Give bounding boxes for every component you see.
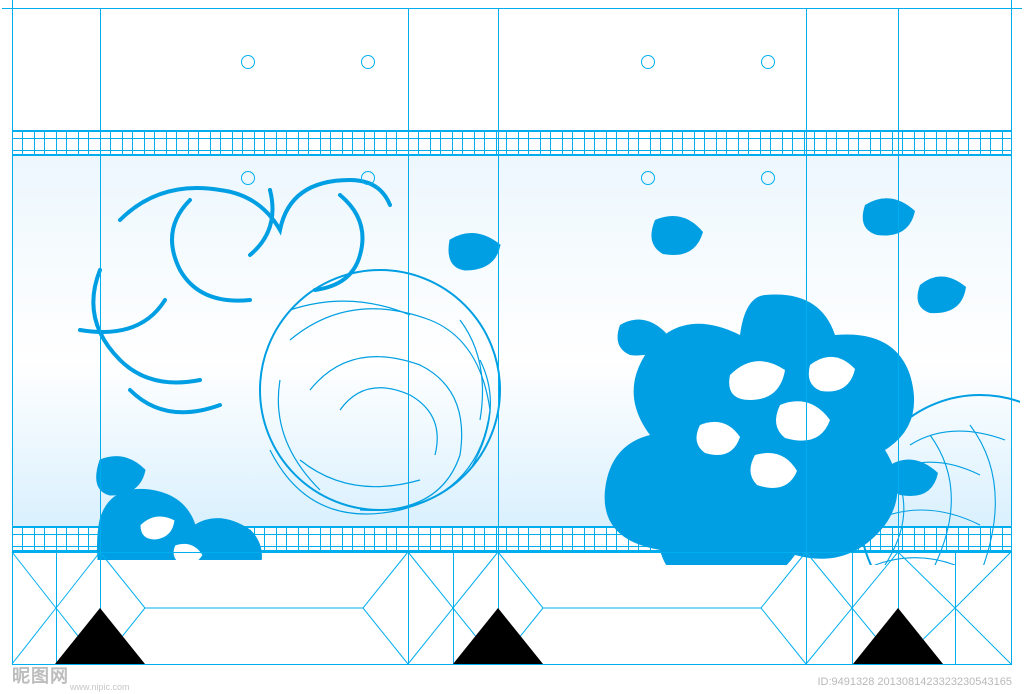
watermark-id: ID:9491328 2013081423323230543165 — [817, 676, 1012, 688]
dieline-top-edge — [12, 8, 1012, 9]
reg-tick — [2, 8, 12, 9]
lattice-border-top — [12, 130, 1012, 156]
reg-tick — [1012, 8, 1022, 9]
dieline-vfold — [408, 8, 409, 664]
handle-hole — [241, 55, 255, 69]
peony-art-left-panel — [40, 160, 560, 560]
dieline-vfold — [498, 8, 499, 664]
bottom-notch-triangle — [453, 608, 543, 664]
packaging-dieline-canvas: 昵图网 www.nipic.com ID:9491328 20130814233… — [0, 0, 1024, 694]
bottom-notch-triangle — [853, 608, 943, 664]
dieline-vfold — [898, 8, 899, 664]
handle-hole — [761, 55, 775, 69]
watermark-site-name: 昵图网 — [12, 662, 69, 688]
dieline-vfold — [100, 8, 101, 664]
dieline-vfold — [12, 8, 13, 664]
peony-art-right-panel — [560, 165, 1020, 565]
handle-hole — [241, 171, 255, 185]
bottom-notch-triangle — [55, 608, 145, 664]
handle-hole — [641, 171, 655, 185]
handle-hole — [361, 171, 375, 185]
dieline-gusset-crease — [955, 552, 956, 664]
dieline-bottom-fold — [12, 552, 1012, 553]
watermark-site-url: www.nipic.com — [70, 682, 130, 692]
dieline-vfold — [806, 8, 807, 664]
dieline-vfold — [1011, 8, 1012, 664]
handle-hole — [761, 171, 775, 185]
handle-hole — [361, 55, 375, 69]
dieline-bottom-edge — [12, 664, 1012, 665]
handle-hole — [641, 55, 655, 69]
